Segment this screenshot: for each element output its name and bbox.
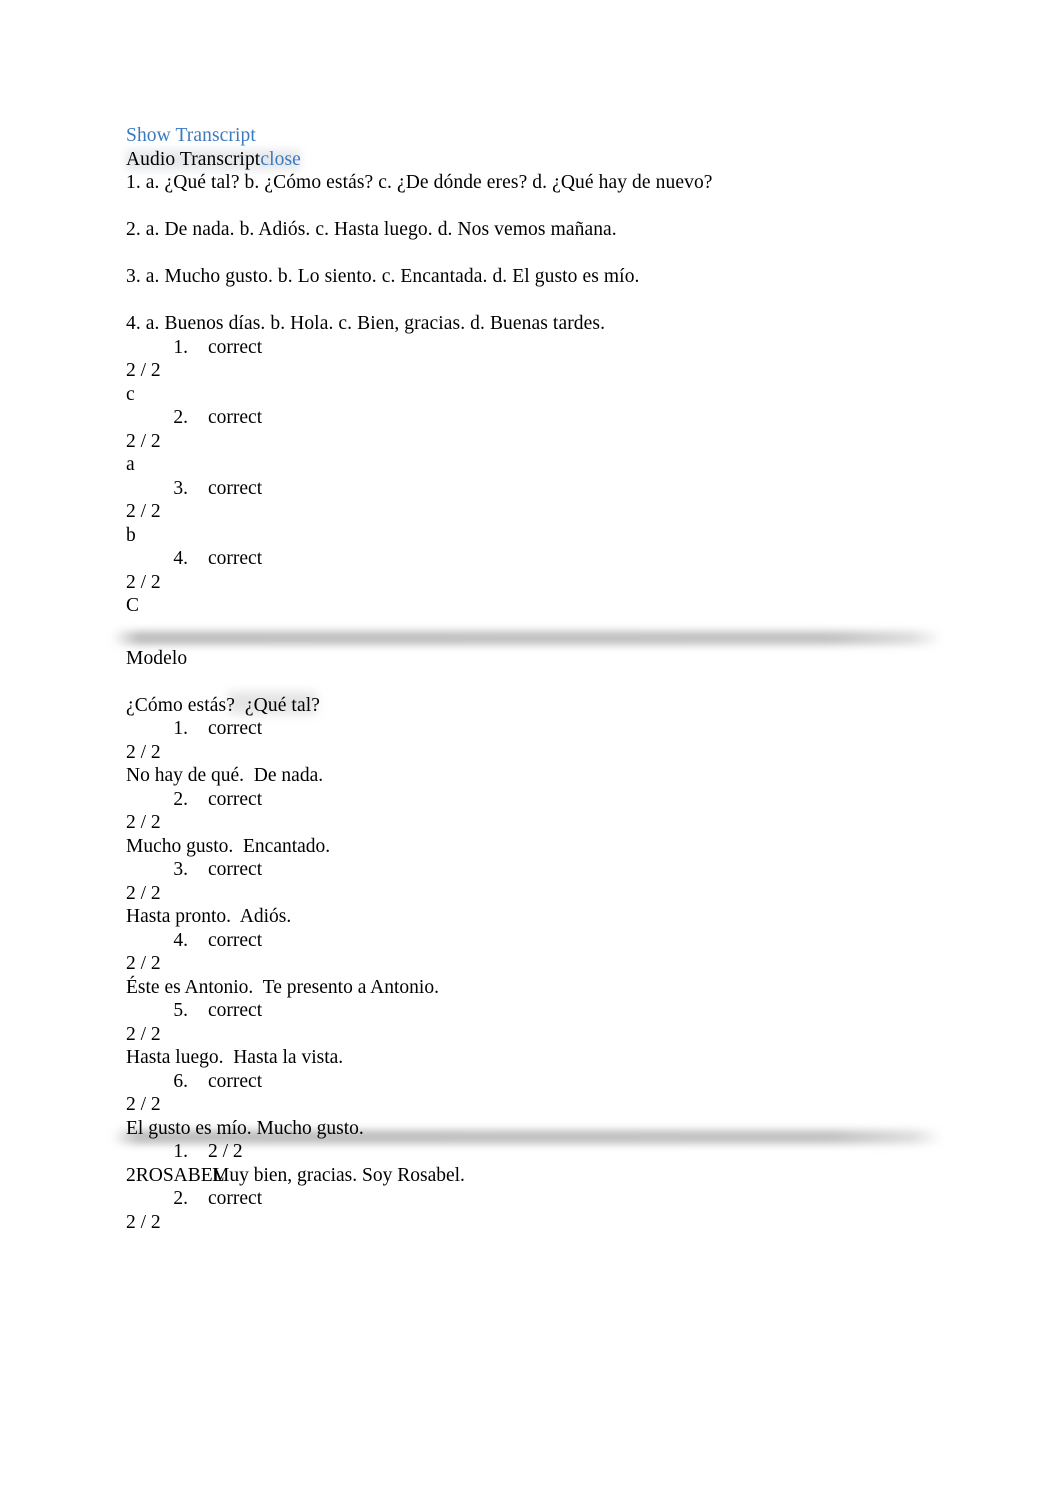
result-status: 2 / 2: [208, 1141, 243, 1162]
result-number: 1.: [173, 1141, 188, 1162]
result-status: correct: [208, 859, 263, 880]
result-row: 6. correct: [126, 1070, 986, 1094]
result-score: 2 / 2: [126, 1023, 161, 1045]
result-status: correct: [208, 788, 263, 810]
result-score: 2 / 2: [126, 430, 161, 452]
result-answer: Hasta pronto. Adiós.: [126, 906, 292, 927]
result-row: 3. correct: [126, 858, 986, 882]
transcript-line: 3. a. Mucho gusto. b. Lo siento. c. Enca…: [126, 266, 640, 287]
transcript-line: 1. a. ¿Qué tal? b. ¿Cómo estás? c. ¿De d…: [126, 172, 713, 193]
speaker-label: 2ROSABEL: [126, 1164, 225, 1186]
result-score: 2 / 2: [126, 741, 161, 763]
result-answer: C: [126, 595, 140, 616]
result-score: 2 / 2: [126, 882, 161, 904]
result-answer: a: [126, 454, 135, 475]
close-link[interactable]: close: [260, 149, 301, 170]
transcript-line: 4. a. Buenos días. b. Hola. c. Bien, gra…: [126, 313, 606, 334]
result-row: 2. correct: [126, 1187, 986, 1211]
result-score: 2 / 2: [126, 571, 161, 593]
result-number: 6.: [173, 1070, 188, 1092]
result-status: correct: [208, 336, 263, 358]
result-number: 1.: [173, 718, 188, 739]
modelo-prompt: ¿Cómo estás? ¿Qué tal?: [126, 694, 320, 716]
result-answer: Hasta luego. Hasta la vista.: [126, 1047, 344, 1068]
result-number: 2.: [173, 788, 188, 810]
modelo-heading: Modelo: [126, 647, 188, 669]
result-number: 2.: [173, 1188, 188, 1209]
result-row: 2. correct: [126, 406, 986, 430]
result-row: 1. correct: [126, 336, 986, 360]
result-score: 2 / 2: [126, 812, 161, 833]
result-status: correct: [208, 718, 263, 739]
result-status: correct: [208, 1070, 263, 1092]
result-number: 4.: [173, 929, 188, 951]
modelo-spacer: [126, 670, 986, 694]
result-number: 5.: [173, 1000, 188, 1021]
result-row: 3. correct: [126, 477, 986, 501]
audio-transcript-header-row: Audio Transcriptclose: [126, 148, 986, 172]
result-number: 3.: [173, 859, 188, 880]
result-status: correct: [208, 477, 263, 499]
result-score: 2 / 2: [126, 1211, 161, 1233]
result-number: 1.: [173, 336, 188, 358]
result-number: 4.: [173, 548, 188, 569]
result-score: 2 / 2: [126, 360, 161, 381]
result-score: 2 / 2: [126, 501, 161, 522]
transcript-line: 2. a. De nada. b. Adiós. c. Hasta luego.…: [126, 219, 617, 240]
transcript-spacer: [126, 195, 986, 219]
result-status: correct: [208, 1000, 263, 1021]
result-status: correct: [208, 1188, 263, 1209]
result-status: correct: [208, 929, 263, 951]
show-transcript-link[interactable]: Show Transcript: [126, 125, 256, 146]
result-answer: c: [126, 383, 135, 405]
transcript-spacer: [126, 242, 986, 266]
result-number: 3.: [173, 477, 188, 499]
result-row: 1. 2 / 2: [126, 1140, 986, 1164]
result-score: 2 / 2: [126, 953, 161, 974]
result-answer: b: [126, 524, 136, 546]
result-score: 2 / 2: [126, 1094, 161, 1115]
result-answer: No hay de qué. De nada.: [126, 765, 324, 786]
result-row: 4. correct: [126, 929, 986, 953]
result-row: 1. correct: [126, 717, 986, 741]
document-page: Show Transcript Audio Transcriptclose 1.…: [0, 0, 1062, 1485]
result-row: 5. correct: [126, 999, 986, 1023]
transcript-spacer: [126, 289, 986, 313]
result-row: 4. correct: [126, 547, 986, 571]
document-body: Show Transcript Audio Transcriptclose 1.…: [126, 124, 986, 1234]
result-row: 2. correct: [126, 788, 986, 812]
audio-transcript-label: Audio Transcript: [126, 148, 261, 170]
result-answer: Muy bien, gracias. Soy Rosabel.: [212, 1164, 465, 1186]
result-status: correct: [208, 407, 263, 428]
show-transcript-link-row: Show Transcript: [126, 124, 986, 148]
result-answer: Éste es Antonio. Te presento a Antonio.: [126, 976, 439, 998]
result-answer: El gusto es mío. Mucho gusto.: [126, 1117, 364, 1139]
result-number: 2.: [173, 407, 188, 428]
result-status: correct: [208, 548, 263, 569]
result-answer-row: 2ROSABEL Muy bien, gracias. Soy Rosabel.: [126, 1164, 986, 1188]
result-answer: Mucho gusto. Encantado.: [126, 835, 331, 857]
